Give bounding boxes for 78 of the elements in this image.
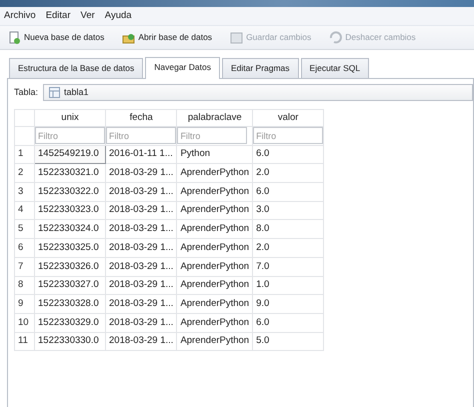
row-number[interactable]: 6 (14, 238, 34, 258)
table-cell: 2.0 (252, 238, 324, 258)
row-number[interactable]: 5 (14, 220, 34, 239)
table-cell: AprenderPython (176, 220, 253, 239)
table-cell: AprenderPython (176, 332, 253, 351)
table-cell: 5.0 (252, 332, 324, 351)
table-cell: 2018-03-29 1... (106, 276, 177, 295)
column-header[interactable]: fecha (106, 110, 177, 126)
table-cell: 1452549219.0 (34, 145, 106, 164)
table-cell: AprenderPython (176, 276, 253, 295)
filter-field[interactable]: Filtro (106, 127, 176, 144)
table-cell: AprenderPython (176, 313, 253, 332)
tab[interactable]: Editar Pragmas (222, 58, 299, 78)
tab[interactable]: Navegar Datos (145, 57, 220, 79)
table-icon (49, 87, 60, 98)
table-cell: 1522330325.0 (34, 238, 106, 258)
table-cell: 1522330321.0 (34, 164, 106, 183)
table-cell: 2018-03-29 1... (106, 201, 177, 220)
table-cell: 6.0 (252, 145, 324, 164)
toolbar-button[interactable]: Nueva base de datos (8, 31, 104, 44)
table-cell: 1522330328.0 (34, 294, 106, 314)
table-cell: AprenderPython (176, 238, 253, 258)
open-folder-icon (122, 31, 136, 44)
table-cell: AprenderPython (176, 257, 253, 276)
menu-item[interactable]: Ver (80, 9, 95, 24)
filter-field[interactable]: Filtro (177, 127, 248, 144)
table-cell: 1522330322.0 (34, 182, 106, 202)
menu-item[interactable]: Editar (46, 9, 71, 24)
column-header[interactable]: valor (252, 110, 324, 126)
table-cell: 2016-01-11 1... (106, 145, 177, 164)
table-cell: AprenderPython (176, 164, 253, 183)
row-number[interactable]: 10 (14, 313, 34, 332)
column-header[interactable]: palabraclave (176, 110, 253, 126)
table-cell: 2018-03-29 1... (106, 238, 177, 258)
table-cell: 2018-03-29 1... (106, 220, 177, 239)
filter-field[interactable]: Filtro (253, 127, 324, 144)
column-header[interactable]: unix (34, 110, 106, 126)
table-cell: 2018-03-29 1... (106, 332, 177, 351)
table-cell: 2.0 (252, 164, 324, 183)
table-cell: 1522330329.0 (34, 313, 106, 332)
table-cell: AprenderPython (176, 294, 253, 314)
table-cell: 2018-03-29 1... (106, 164, 177, 183)
table-cell: 1522330324.0 (34, 220, 106, 239)
row-number[interactable]: 2 (14, 164, 34, 183)
table-cell: 6.0 (252, 313, 324, 332)
table-cell: 1522330330.0 (34, 332, 106, 351)
table-cell: 7.0 (252, 257, 324, 276)
row-number[interactable]: 7 (14, 257, 34, 276)
undo-icon (329, 31, 342, 44)
tab[interactable]: Ejecutar SQL (300, 58, 370, 78)
table-cell: 2018-03-29 1... (106, 294, 177, 314)
table-cell: 9.0 (252, 294, 324, 314)
table-cell: 1522330326.0 (34, 257, 106, 276)
table-cell: 1522330323.0 (34, 201, 106, 220)
new-file-icon (8, 31, 21, 44)
tab[interactable]: Estructura de la Base de datos (9, 58, 144, 78)
row-number[interactable]: 11 (14, 332, 34, 351)
row-number[interactable]: 4 (14, 201, 34, 220)
table-cell: 3.0 (252, 201, 324, 220)
table-dropdown[interactable]: tabla1 (43, 84, 473, 101)
menu-item[interactable]: Ayuda (104, 9, 132, 24)
table-cell: 6.0 (252, 182, 324, 202)
table-cell: 8.0 (252, 220, 324, 239)
table-cell: 2018-03-29 1... (106, 257, 177, 276)
table-cell: AprenderPython (176, 182, 253, 202)
filter-field[interactable]: Filtro (35, 127, 105, 144)
menu-item[interactable]: Archivo (4, 9, 36, 24)
table-cell: 1522330327.0 (34, 276, 106, 295)
toolbar-button[interactable]: Abrir base de datos (122, 31, 212, 44)
row-number[interactable]: 8 (14, 276, 34, 295)
row-number[interactable]: 9 (14, 294, 34, 314)
table-label: Tabla: (14, 86, 38, 99)
row-number[interactable]: 3 (14, 182, 34, 202)
table-cell: 2018-03-29 1... (106, 182, 177, 202)
table-cell: 1.0 (252, 276, 324, 295)
table-cell: 2018-03-29 1... (106, 313, 177, 332)
table-cell: Python (176, 145, 253, 164)
table-cell: AprenderPython (176, 201, 253, 220)
